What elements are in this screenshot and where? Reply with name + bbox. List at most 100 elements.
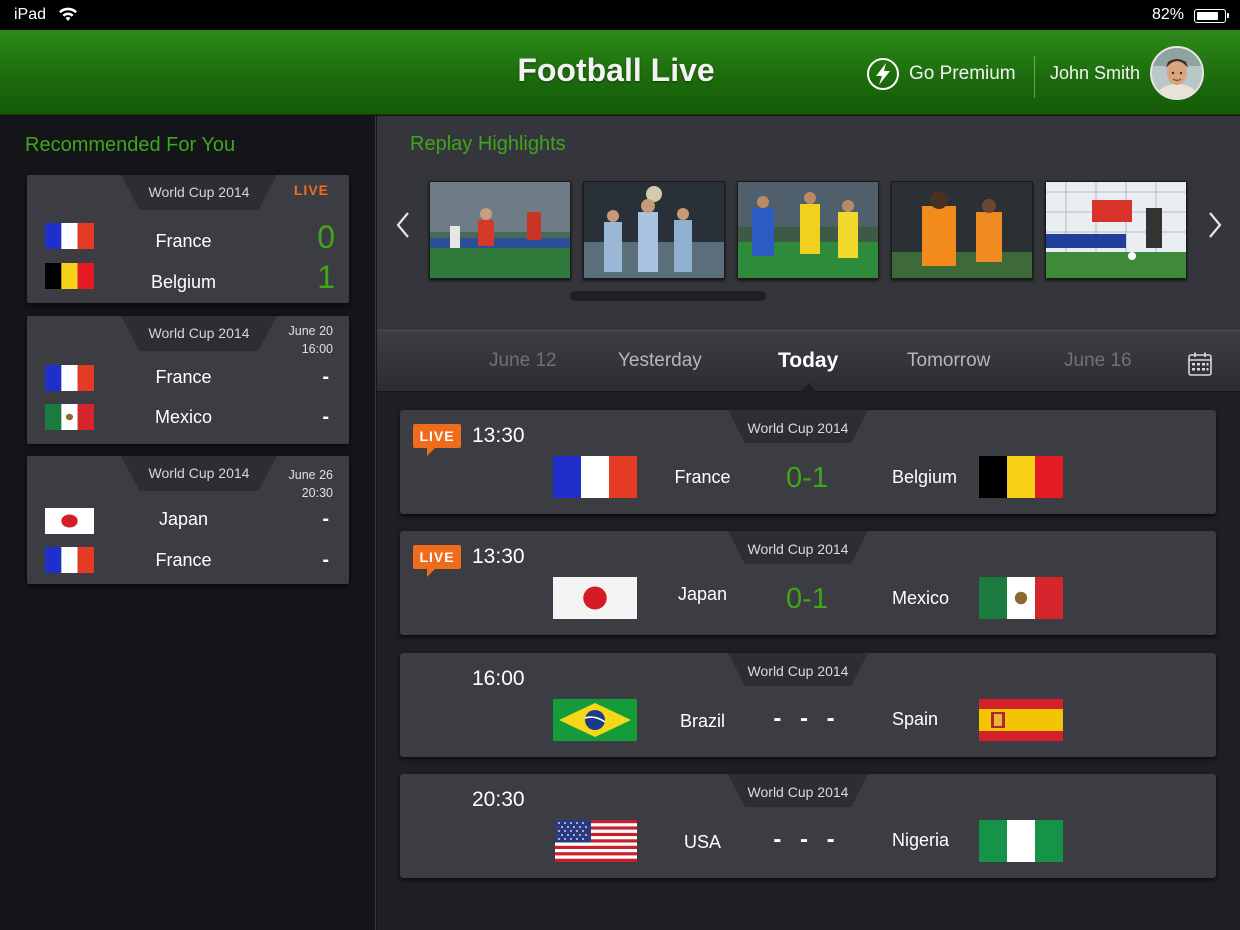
recommended-match-card[interactable]: World Cup 2014 June 26 20:30 Japan - Fra… — [27, 456, 349, 584]
match-date-time: June 20 16:00 — [289, 322, 333, 358]
match-card[interactable]: World Cup 2014 LIVE 13:30 Japan 0-1 Mexi… — [400, 531, 1216, 635]
competition-label: World Cup 2014 — [148, 184, 250, 200]
home-team-name: Brazil — [679, 711, 725, 731]
calendar-icon[interactable] — [1187, 351, 1213, 377]
competition-label: World Cup 2014 — [148, 465, 250, 481]
match-date: June 20 — [288, 324, 333, 338]
highlight-1-thumbnail[interactable] — [429, 181, 571, 279]
avatar — [1150, 46, 1205, 100]
header-divider — [1034, 56, 1035, 98]
live-status-label: LIVE — [293, 182, 329, 198]
match-score: - - - — [773, 705, 841, 732]
match-score: 0-1 — [786, 462, 828, 494]
go-premium-label: Go Premium — [909, 63, 1016, 84]
chevron-right-icon[interactable] — [1203, 208, 1227, 242]
tab-june-16[interactable]: June 16 — [1064, 350, 1132, 372]
away-team-score: - — [322, 549, 329, 571]
highlight-3-thumbnail[interactable] — [737, 181, 879, 279]
competition-label: World Cup 2014 — [148, 325, 250, 341]
match-time: 16:00 — [301, 342, 333, 356]
match-time: 20:30 — [472, 788, 525, 811]
match-score: - - - — [773, 826, 841, 853]
match-card[interactable]: World Cup 2014 20:30 USA - - - Nigeria — [400, 774, 1216, 878]
away-team-name: Mexico — [892, 588, 950, 608]
competition-label: World Cup 2014 — [747, 663, 849, 679]
chevron-left-icon[interactable] — [391, 208, 415, 242]
away-team-name: France — [155, 550, 212, 570]
live-badge: LIVE — [413, 545, 461, 577]
brazil-flag-icon — [553, 699, 637, 741]
home-team-name: France — [674, 467, 731, 487]
france-flag-icon — [45, 547, 94, 573]
away-team-name: Belgium — [892, 467, 958, 487]
home-team-name: France — [155, 231, 212, 251]
away-team-score: - — [322, 406, 329, 428]
highlight-2-thumbnail[interactable] — [583, 181, 725, 279]
match-score: 0-1 — [786, 583, 828, 615]
france-flag-icon — [45, 365, 94, 391]
wifi-icon — [59, 7, 77, 21]
competition-label: World Cup 2014 — [747, 541, 849, 557]
mexico-flag-icon — [45, 404, 94, 430]
tab-yesterday[interactable]: Yesterday — [618, 350, 702, 372]
match-time: 13:30 — [472, 424, 525, 447]
tab-today[interactable]: Today — [778, 349, 838, 373]
belgium-flag-icon — [979, 456, 1063, 498]
tab-june-12[interactable]: June 12 — [489, 350, 557, 372]
user-name: John Smith — [1050, 62, 1141, 83]
replay-highlights: Replay Highlights — [377, 116, 1240, 330]
home-team-score: - — [322, 508, 329, 530]
match-time: 16:00 — [472, 667, 525, 690]
match-time: 13:30 — [472, 545, 525, 568]
tab-tomorrow[interactable]: Tomorrow — [907, 350, 990, 372]
away-team-name: Spain — [892, 709, 939, 729]
go-premium-button[interactable]: Go Premium — [866, 54, 1016, 94]
match-time: 20:30 — [301, 486, 333, 500]
battery-fill — [1197, 12, 1219, 20]
away-team-name: Nigeria — [892, 830, 950, 850]
page-title: Football Live — [517, 52, 715, 88]
home-team-name: France — [155, 367, 212, 387]
highlights-scrollbar[interactable] — [570, 291, 766, 301]
date-tab-bar: June 12 Yesterday Today Tomorrow June 16 — [377, 330, 1240, 392]
home-team-name: USA — [683, 832, 721, 852]
highlight-4-thumbnail[interactable] — [891, 181, 1033, 279]
user-profile-button[interactable]: John Smith — [1050, 46, 1205, 100]
competition-label: World Cup 2014 — [747, 420, 849, 436]
mexico-flag-icon — [979, 577, 1063, 619]
avatar-image — [1152, 48, 1203, 98]
away-team-score: 1 — [317, 259, 335, 295]
belgium-flag-icon — [45, 263, 94, 289]
competition-label: World Cup 2014 — [747, 784, 849, 800]
nigeria-flag-icon — [979, 820, 1063, 862]
status-bar: iPad 82% — [0, 0, 1240, 30]
main-panel: Replay Highlights June 12 Yesterday Toda… — [377, 116, 1240, 930]
recommended-match-card[interactable]: World Cup 2014 June 20 16:00 France - Me… — [27, 316, 349, 444]
france-flag-icon — [45, 223, 94, 249]
match-card[interactable]: World Cup 2014 LIVE 13:30 France 0-1 Bel… — [400, 410, 1216, 514]
spain-flag-icon — [979, 699, 1063, 741]
lightning-icon — [867, 58, 899, 90]
home-team-score: - — [322, 366, 329, 388]
match-date-time: June 26 20:30 — [289, 466, 333, 502]
highlight-5-thumbnail[interactable] — [1045, 181, 1187, 279]
recommended-match-card[interactable]: World Cup 2014 LIVE France 0 Belgium 1 — [27, 175, 349, 303]
japan-flag-icon — [553, 577, 637, 619]
device-name: iPad — [14, 6, 47, 23]
battery-percent: 82% — [1151, 6, 1184, 23]
match-card[interactable]: World Cup 2014 16:00 Brazil - - - Spain — [400, 653, 1216, 757]
away-team-name: Mexico — [154, 407, 212, 427]
active-tab-indicator — [801, 383, 817, 392]
usa-flag-icon — [555, 820, 637, 862]
app-root: iPad 82% Football Live Go Premium John S… — [0, 0, 1240, 930]
replay-title: Replay Highlights — [410, 133, 566, 155]
recommended-sidebar: Recommended For You World Cup 2014 LIVE … — [0, 116, 376, 930]
live-badge: LIVE — [413, 424, 461, 456]
home-team-score: 0 — [317, 219, 335, 255]
away-team-name: Belgium — [150, 272, 217, 292]
battery-icon — [1194, 9, 1229, 23]
home-team-name: Japan — [158, 509, 209, 529]
france-flag-icon — [553, 456, 637, 498]
match-date: June 26 — [288, 468, 333, 482]
japan-flag-icon — [45, 508, 94, 534]
